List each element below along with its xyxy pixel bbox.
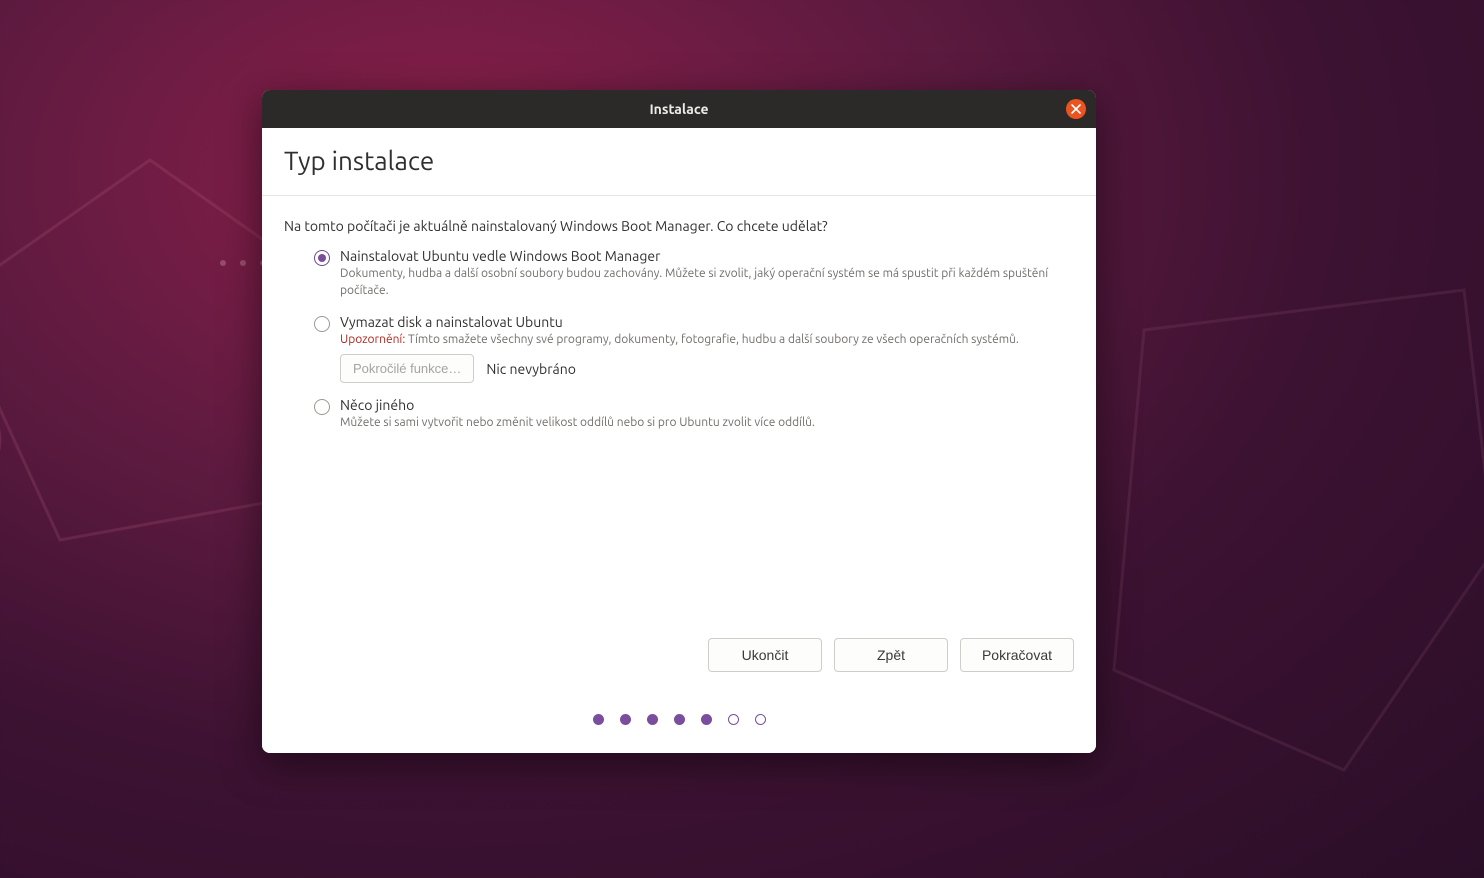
footer-buttons: Ukončit Zpět Pokračovat (262, 626, 1096, 690)
radio-something-else[interactable] (314, 399, 330, 415)
option-label: Nainstalovat Ubuntu vedle Windows Boot M… (340, 248, 1074, 264)
window-title: Instalace (649, 101, 708, 117)
warning-text: Tímto smažete všechny své programy, doku… (405, 333, 1019, 346)
page-header: Typ instalace (262, 128, 1096, 196)
advanced-status: Nic nevybráno (486, 361, 576, 377)
pager-dot (755, 714, 766, 725)
option-desc: Dokumenty, hudba a další osobní soubory … (340, 266, 1074, 300)
intro-text: Na tomto počítači je aktuálně nainstalov… (284, 218, 1074, 234)
pager (262, 690, 1096, 753)
options-group: Nainstalovat Ubuntu vedle Windows Boot M… (284, 248, 1074, 432)
pager-dot (701, 714, 712, 725)
titlebar: Instalace (262, 90, 1096, 128)
option-label: Něco jiného (340, 397, 1074, 413)
advanced-row: Pokročilé funkce… Nic nevybráno (340, 354, 1074, 383)
option-something-else[interactable]: Něco jiného Můžete si sami vytvořit nebo… (314, 397, 1074, 432)
radio-erase-disk[interactable] (314, 316, 330, 332)
pager-dot (620, 714, 631, 725)
content-area: Typ instalace Na tomto počítači je aktuá… (262, 128, 1096, 753)
option-erase-disk[interactable]: Vymazat disk a nainstalovat Ubuntu Upozo… (314, 314, 1074, 384)
close-icon (1071, 104, 1081, 114)
pager-dot (674, 714, 685, 725)
radio-install-alongside[interactable] (314, 250, 330, 266)
quit-button[interactable]: Ukončit (708, 638, 822, 672)
option-label: Vymazat disk a nainstalovat Ubuntu (340, 314, 1074, 330)
option-install-alongside[interactable]: Nainstalovat Ubuntu vedle Windows Boot M… (314, 248, 1074, 300)
pager-dot (728, 714, 739, 725)
installer-window: Instalace Typ instalace Na tomto počítač… (262, 90, 1096, 753)
option-desc: Upozornění: Tímto smažete všechny své pr… (340, 332, 1074, 349)
body-area: Na tomto počítači je aktuálně nainstalov… (262, 196, 1096, 626)
continue-button[interactable]: Pokračovat (960, 638, 1074, 672)
back-button[interactable]: Zpět (834, 638, 948, 672)
option-desc: Můžete si sami vytvořit nebo změnit veli… (340, 415, 1074, 432)
page-title: Typ instalace (284, 146, 1074, 175)
close-button[interactable] (1066, 99, 1086, 119)
warning-prefix: Upozornění: (340, 333, 405, 346)
pager-dot (647, 714, 658, 725)
background-vector-right (1084, 250, 1484, 800)
advanced-features-button[interactable]: Pokročilé funkce… (340, 354, 474, 383)
pager-dot (593, 714, 604, 725)
